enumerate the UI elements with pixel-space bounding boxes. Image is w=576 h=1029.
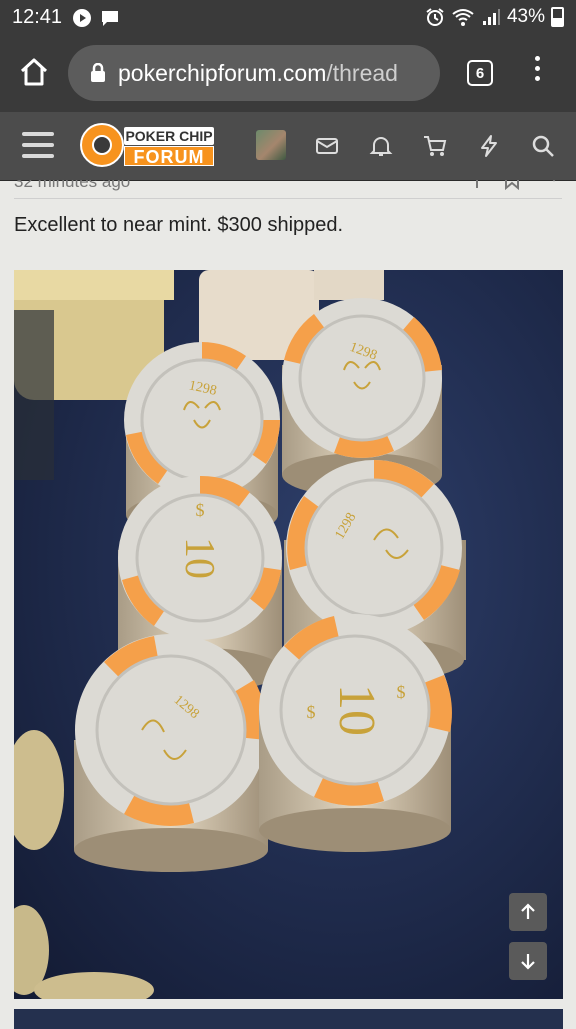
- chip-stacks: [74, 298, 466, 872]
- logo-text-top: POKER CHIP: [124, 127, 214, 145]
- wifi-icon: [452, 9, 474, 26]
- forum-header: POKER CHIP FORUM: [0, 112, 576, 181]
- message-icon: [102, 11, 118, 26]
- hamburger-icon[interactable]: [22, 132, 54, 158]
- like-icon[interactable]: [474, 180, 488, 190]
- signal-icon: [482, 9, 500, 25]
- logo-text-bottom: FORUM: [124, 146, 214, 167]
- post-timestamp: 32 minutes ago: [14, 180, 131, 191]
- chip-denomination: 10: [328, 684, 385, 736]
- inbox-icon[interactable]: [314, 134, 340, 158]
- chip-dollar-sign: $: [307, 702, 316, 722]
- browser-toolbar: pokerchipforum.com/thread 6: [0, 34, 576, 112]
- bookmark-icon[interactable]: [504, 180, 520, 190]
- bolt-icon[interactable]: [476, 134, 502, 158]
- chip-dollar-sign: $: [397, 682, 406, 702]
- forum-logo[interactable]: POKER CHIP FORUM: [80, 123, 218, 169]
- share-icon[interactable]: [546, 180, 562, 190]
- url-bar[interactable]: pokerchipforum.com/thread: [68, 45, 440, 101]
- alarm-icon: [426, 8, 444, 26]
- arrow-down-icon: [521, 954, 535, 970]
- tab-switcher-button[interactable]: 6: [467, 60, 493, 86]
- scroll-bottom-button[interactable]: [509, 942, 547, 980]
- battery-icon: [551, 7, 564, 27]
- overflow-menu-icon[interactable]: [527, 56, 547, 81]
- chip-denomination: 10: [176, 537, 222, 579]
- status-right: 43%: [425, 6, 564, 28]
- url-path: /thread: [326, 59, 398, 86]
- battery-percent: 43%: [506, 6, 545, 27]
- bell-icon[interactable]: [368, 134, 394, 158]
- next-photo-edge: [14, 1009, 563, 1029]
- status-time: 12:41: [12, 6, 63, 28]
- chip-logo-icon: [80, 123, 124, 167]
- lock-icon: [91, 63, 105, 82]
- chip-dollar-sign: $: [196, 500, 205, 520]
- post-text: Excellent to near mint. $300 shipped.: [14, 214, 344, 236]
- arrow-up-icon: [521, 903, 535, 919]
- play-icon: [73, 9, 91, 27]
- status-bar: 12:41 43%: [0, 0, 576, 34]
- post-meta-row: 32 minutes ago: [14, 180, 562, 199]
- home-icon[interactable]: [18, 56, 50, 88]
- cart-icon[interactable]: [422, 134, 448, 158]
- post-photo[interactable]: 1298 1298 10 $ 1298 1298 10 $ $: [14, 270, 563, 999]
- url-host: pokerchipforum.com: [118, 59, 327, 86]
- search-icon[interactable]: [530, 134, 556, 158]
- poker-chips-photo: 1298 1298 10 $ 1298 1298 10 $ $: [14, 270, 563, 999]
- avatar[interactable]: [256, 130, 286, 160]
- scroll-top-button[interactable]: [509, 893, 547, 931]
